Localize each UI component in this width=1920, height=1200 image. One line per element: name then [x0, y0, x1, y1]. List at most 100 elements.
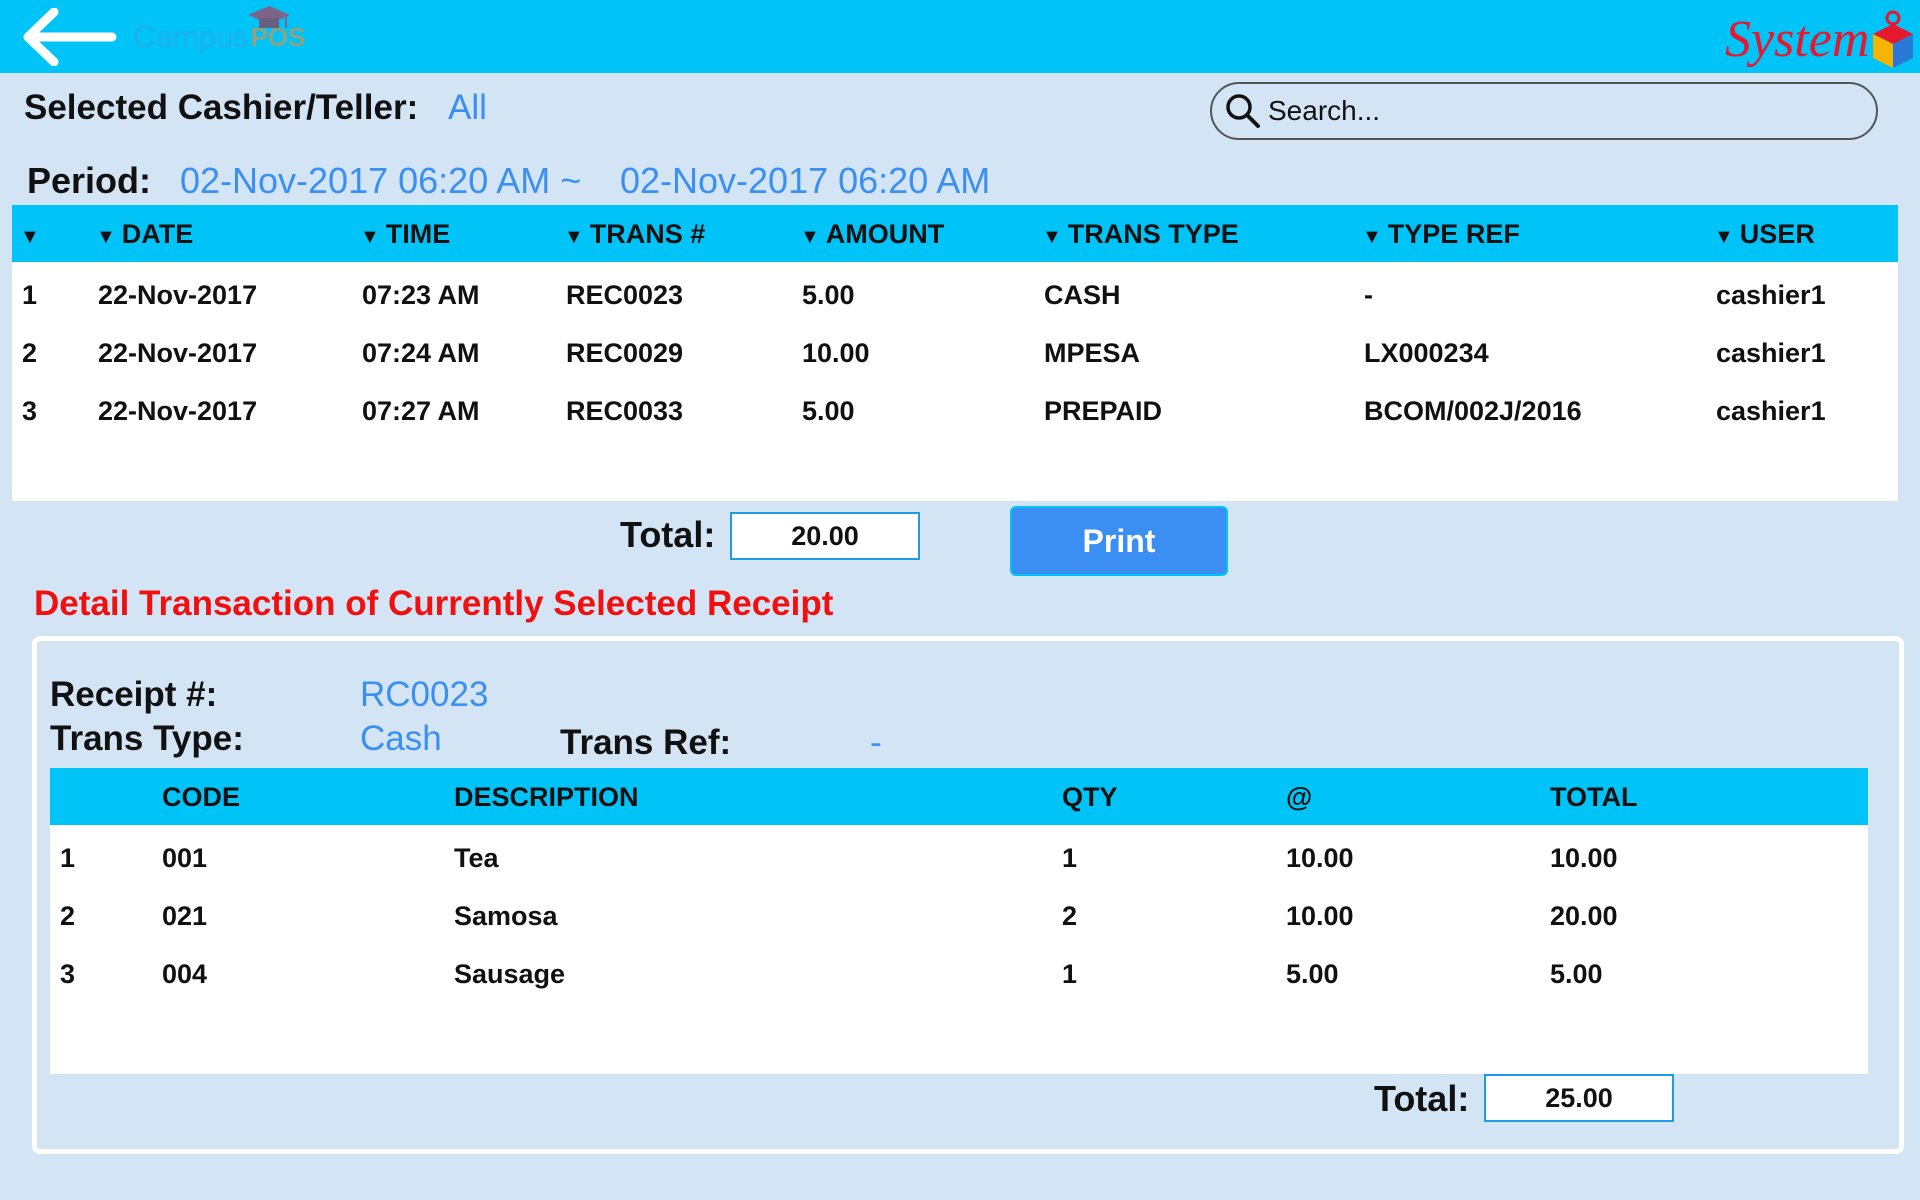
sort-down-icon: ▼: [20, 226, 40, 248]
print-button[interactable]: Print: [1010, 506, 1228, 576]
table-header: ▼ ▼ DATE ▼ TIME ▼ TRANS # ▼ AMOUNT ▼ TRANS TY…: [12, 205, 1898, 262]
transactions-table: ▼ ▼ DATE ▼ TIME ▼ TRANS # ▼ AMOUNT ▼ TRANS TY…: [12, 205, 1898, 501]
column-header-description[interactable]: DESCRIPTION: [454, 782, 639, 813]
cell-type-ref: -: [1364, 280, 1373, 310]
cell-type-ref: LX000234: [1364, 338, 1489, 368]
vendor-logo-text: System: [1725, 11, 1870, 68]
receipt-items-table: CODE DESCRIPTION QTY @ TOTAL 1 001 Tea 1…: [50, 768, 1868, 1074]
trans-type-label: Trans Type:: [50, 719, 244, 758]
sort-down-icon: ▼: [800, 226, 820, 248]
search-icon: [1226, 94, 1260, 128]
table-row[interactable]: 2 021 Samosa 2 10.00 20.00: [50, 883, 1868, 941]
cell-trans-number: REC0029: [566, 338, 684, 368]
cell-user: cashier1: [1716, 396, 1826, 426]
cell-trans-type: PREPAID: [1044, 396, 1163, 426]
cell-amount: 10.00: [802, 338, 870, 368]
cell-code: 001: [162, 843, 208, 873]
trans-ref-value: -: [870, 723, 882, 762]
table-row[interactable]: 1 22-Nov-2017 07:23 AM REC0023 5.00 CASH…: [12, 262, 1898, 320]
sort-down-icon: ▼: [1362, 226, 1382, 248]
cell-index: 3: [60, 959, 76, 989]
cell-user: cashier1: [1716, 280, 1826, 310]
table-row[interactable]: 3 22-Nov-2017 07:27 AM REC0033 5.00 PREP…: [12, 378, 1898, 436]
column-header-time[interactable]: ▼ TIME: [360, 219, 450, 250]
cell-index: 1: [22, 280, 38, 310]
cell-index: 1: [60, 843, 76, 873]
column-header-trans-type[interactable]: ▼ TRANS TYPE: [1042, 219, 1239, 250]
column-header-qty[interactable]: QTY: [1062, 782, 1118, 813]
cell-description: Sausage: [454, 959, 566, 989]
cell-user: cashier1: [1716, 338, 1826, 368]
trans-ref-label: Trans Ref:: [560, 723, 732, 762]
cashier-selector[interactable]: All: [448, 88, 487, 128]
arrow-left-icon: [23, 7, 117, 67]
cell-qty: 2: [1062, 901, 1078, 931]
column-header-index[interactable]: ▼: [20, 219, 46, 250]
column-header-user[interactable]: ▼ USER: [1714, 219, 1815, 250]
cell-total: 10.00: [1550, 843, 1618, 873]
cell-qty: 1: [1062, 843, 1078, 873]
sort-down-icon: ▼: [564, 226, 584, 248]
table-header: CODE DESCRIPTION QTY @ TOTAL: [50, 768, 1868, 825]
cube-icon: [1873, 10, 1913, 68]
table-row[interactable]: 3 004 Sausage 1 5.00 5.00: [50, 941, 1868, 999]
cell-description: Tea: [454, 843, 499, 873]
column-header-date[interactable]: ▼ DATE: [96, 219, 193, 250]
trans-type-value: Cash: [360, 719, 442, 758]
table-row[interactable]: 2 22-Nov-2017 07:24 AM REC0029 10.00 MPE…: [12, 320, 1898, 378]
sort-down-icon: ▼: [1042, 226, 1062, 248]
cell-total: 20.00: [1550, 901, 1618, 931]
cell-date: 22-Nov-2017: [98, 280, 258, 310]
sort-down-icon: ▼: [1714, 226, 1734, 248]
column-header-type-ref[interactable]: ▼ TYPE REF: [1362, 219, 1520, 250]
transactions-total-value: 20.00: [730, 512, 920, 560]
detail-title: Detail Transaction of Currently Selected…: [34, 584, 834, 623]
receipt-value: RC0023: [360, 675, 489, 714]
table-row[interactable]: 1 001 Tea 1 10.00 10.00: [50, 825, 1868, 883]
cell-time: 07:23 AM: [362, 280, 480, 310]
cell-trans-number: REC0033: [566, 396, 684, 426]
cell-type-ref: BCOM/002J/2016: [1364, 396, 1582, 426]
cell-unit-price: 10.00: [1286, 843, 1354, 873]
campuspos-logo: Campus POS: [133, 6, 323, 58]
period-label: Period:: [27, 160, 152, 201]
cell-trans-number: REC0023: [566, 280, 684, 310]
period-from[interactable]: 02-Nov-2017 06:20 AM ~: [180, 160, 581, 202]
graduation-cap-icon: [248, 6, 290, 28]
cell-unit-price: 5.00: [1286, 959, 1339, 989]
cell-index: 2: [22, 338, 38, 368]
cell-index: 2: [60, 901, 76, 931]
search-input[interactable]: [1268, 95, 1858, 127]
column-header-total[interactable]: TOTAL: [1550, 782, 1638, 813]
column-header-code[interactable]: CODE: [162, 782, 240, 813]
cell-trans-type: MPESA: [1044, 338, 1141, 368]
column-header-trans-number[interactable]: ▼ TRANS #: [564, 219, 705, 250]
column-header-amount[interactable]: ▼ AMOUNT: [800, 219, 944, 250]
cashier-label: Selected Cashier/Teller:: [24, 88, 419, 127]
cell-index: 3: [22, 396, 38, 426]
vendor-logo: System: [1725, 4, 1915, 70]
cell-time: 07:27 AM: [362, 396, 480, 426]
receipt-total-value: 25.00: [1484, 1074, 1674, 1122]
period-to[interactable]: 02-Nov-2017 06:20 AM: [620, 160, 990, 202]
cell-time: 07:24 AM: [362, 338, 480, 368]
receipt-label: Receipt #:: [50, 675, 218, 714]
cell-amount: 5.00: [802, 396, 855, 426]
back-button[interactable]: [22, 7, 118, 67]
cell-date: 22-Nov-2017: [98, 338, 258, 368]
search-box[interactable]: [1210, 82, 1878, 140]
top-bar: Campus POS System: [0, 0, 1920, 73]
cell-total: 5.00: [1550, 959, 1603, 989]
receipt-total-label: Total:: [1374, 1078, 1470, 1119]
cell-date: 22-Nov-2017: [98, 396, 258, 426]
cell-unit-price: 10.00: [1286, 901, 1354, 931]
cell-description: Samosa: [454, 901, 558, 931]
sort-down-icon: ▼: [96, 226, 116, 248]
sort-down-icon: ▼: [360, 226, 380, 248]
cell-amount: 5.00: [802, 280, 855, 310]
cell-qty: 1: [1062, 959, 1078, 989]
logo-text: Campus: [133, 19, 249, 54]
cell-code: 021: [162, 901, 208, 931]
column-header-unit-price[interactable]: @: [1286, 782, 1312, 813]
cell-trans-type: CASH: [1044, 280, 1121, 310]
